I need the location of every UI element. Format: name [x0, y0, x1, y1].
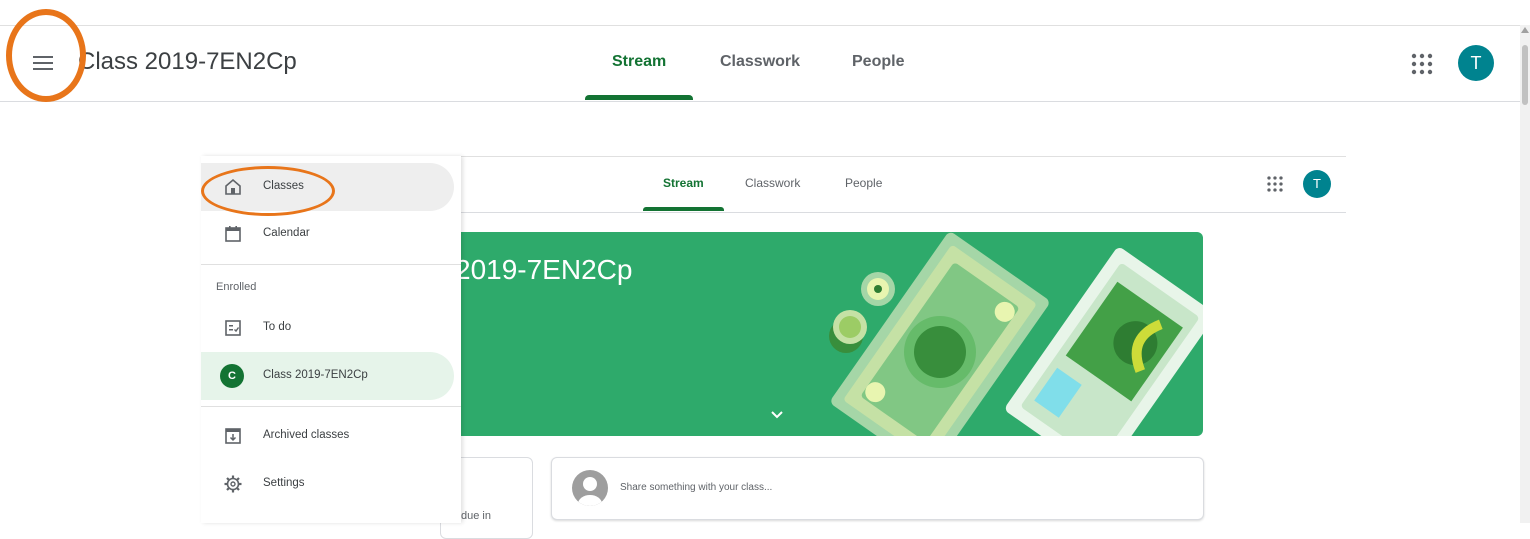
active-tab-indicator [585, 95, 693, 100]
share-placeholder[interactable]: Share something with your class... [620, 482, 772, 493]
drawer-item-class-2019-7en2cp[interactable]: C Class 2019-7EN2Cp [201, 352, 454, 400]
apps-grid-icon[interactable] [1410, 52, 1434, 76]
inner-apps-grid-icon[interactable] [1266, 175, 1284, 193]
class-initial-badge: C [220, 364, 244, 388]
drawer-item-todo[interactable]: To do [201, 304, 454, 352]
user-avatar-icon [572, 470, 608, 506]
inner-tab-people[interactable]: People [845, 176, 882, 190]
drawer-section-label: Enrolled [216, 281, 257, 293]
drawer-item-label: Class 2019-7EN2Cp [263, 369, 368, 381]
drawer-divider [201, 264, 461, 265]
drawer-item-label: To do [263, 321, 292, 333]
drawer-item-archived-classes[interactable]: Archived classes [201, 412, 454, 460]
calendar-icon [225, 226, 241, 242]
tab-people[interactable]: People [852, 53, 904, 71]
drawer-item-settings[interactable]: Settings [201, 460, 454, 508]
drawer-item-label: Settings [263, 477, 305, 489]
scrollbar-thumb[interactable] [1522, 45, 1528, 105]
tab-classwork[interactable]: Classwork [720, 53, 800, 71]
tab-stream[interactable]: Stream [612, 53, 666, 71]
class-title: Class 2019-7EN2Cp [78, 48, 297, 75]
todo-list-icon [225, 320, 241, 336]
scroll-up-arrow-icon[interactable] [1521, 27, 1529, 33]
inner-account-avatar[interactable]: T [1303, 170, 1331, 198]
annotation-circle-menu [6, 9, 86, 102]
chevron-down-icon[interactable] [770, 408, 784, 422]
settings-gear-icon [224, 475, 242, 493]
drawer-item-calendar[interactable]: Calendar [201, 210, 454, 258]
banner-class-title: 2019-7EN2Cp [455, 254, 633, 285]
inner-active-tab-indicator [643, 207, 724, 211]
upcoming-text: due in [461, 510, 491, 522]
annotation-oval-classes [201, 166, 335, 216]
archive-icon [225, 428, 241, 444]
account-avatar[interactable]: T [1458, 45, 1494, 81]
drawer-item-label: Archived classes [263, 429, 350, 441]
drawer-divider [201, 406, 461, 407]
inner-tab-classwork[interactable]: Classwork [745, 176, 800, 190]
inner-app-bar [461, 156, 1346, 213]
inner-tab-stream[interactable]: Stream [663, 176, 704, 190]
drawer-item-label: Calendar [263, 227, 310, 239]
